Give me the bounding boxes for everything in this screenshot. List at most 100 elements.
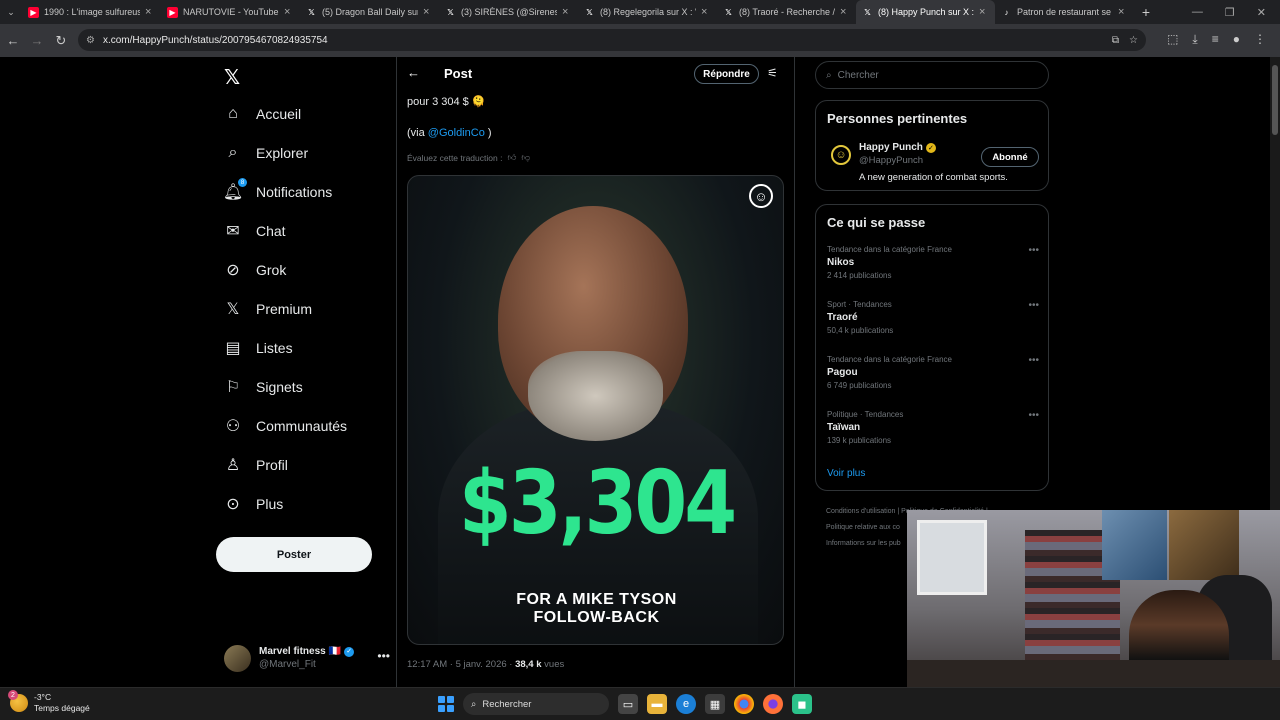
browser-tab-0[interactable]: ▶ 1990 : L'image sulfureuse × xyxy=(22,0,161,24)
search-input[interactable]: ⌕ Chercher xyxy=(815,61,1049,89)
site-info-icon[interactable]: ⚙ xyxy=(86,35,95,46)
windows-start-icon[interactable] xyxy=(438,696,454,712)
thumbs-up-icon[interactable]: 👍︎ xyxy=(507,152,516,163)
windows-taskbar: 2 -3°C Temps dégagé ⌕ Rechercher ▭ ▬ e ▦ ◼ xyxy=(0,687,1280,720)
minimize-icon[interactable]: — xyxy=(1192,6,1203,19)
post-meta: 12:17 AM · 5 janv. 2026 · 38,4 k vues xyxy=(407,659,565,670)
edge-icon[interactable]: e xyxy=(676,694,696,714)
close-icon[interactable]: × xyxy=(145,6,155,18)
x-icon: 𝕏 xyxy=(308,7,315,17)
trend-item[interactable]: Tendance dans la catégorie France Pagou 6 … xyxy=(827,355,1039,399)
menu-icon[interactable]: ⋮ xyxy=(1254,32,1266,47)
trends-card: Ce qui se passe Tendance dans la catégor… xyxy=(815,204,1049,491)
happy-punch-avatar-icon: ☺ xyxy=(831,145,851,165)
nav-item-chat[interactable]: ✉ Chat xyxy=(224,222,285,240)
store-icon[interactable]: ▦ xyxy=(705,694,725,714)
profile-icon[interactable]: ● xyxy=(1233,32,1240,47)
bookmark-icon: ⚐ xyxy=(225,379,241,396)
reload-icon[interactable]: ↻ xyxy=(49,33,73,49)
tweet-image[interactable]: ☺ $3,304 FOR A MIKE TYSON FOLLOW-BACK xyxy=(407,175,784,645)
browser-tab-3[interactable]: 𝕏(3) SIRÈNES (@SirenesFR)× xyxy=(439,0,578,24)
more-horizontal-icon[interactable]: ••• xyxy=(1028,245,1039,256)
nav-item-explore[interactable]: ⌕ Explorer xyxy=(224,144,309,162)
more-horizontal-icon[interactable]: ••• xyxy=(377,649,390,663)
relevant-person[interactable]: ☺ Happy Punch ✓ @HappyPunch A new generat… xyxy=(827,139,1039,185)
following-button[interactable]: Abonné xyxy=(981,147,1039,167)
browser-tab-2[interactable]: 𝕏 (5) Dragon Ball Daily sur X × xyxy=(300,0,439,24)
person-name: Happy Punch xyxy=(859,142,923,153)
trend-item[interactable]: Sport · Tendances Traoré 50,4 k publicatio… xyxy=(827,300,1039,344)
page-title: Post xyxy=(444,66,473,81)
tab-search-chevron-icon[interactable]: ⌄ xyxy=(0,7,22,18)
browser-tab-6[interactable]: 𝕏 (8) Happy Punch sur X : " × xyxy=(856,0,995,24)
browser-tab-5[interactable]: 𝕏 (8) Traoré - Recherche / X × xyxy=(717,0,856,24)
close-icon[interactable]: × xyxy=(562,6,572,18)
browser-tab-4[interactable]: 𝕏 (8) Regelegorila sur X : "F × xyxy=(578,0,717,24)
account-name: Marvel fitness xyxy=(259,646,326,657)
more-horizontal-icon[interactable]: ••• xyxy=(1028,300,1039,311)
trend-item[interactable]: Tendance dans la catégorie France Nikos 2 … xyxy=(827,245,1039,289)
weather-badge: 2 xyxy=(8,690,18,700)
account-switcher[interactable]: Marvel fitness 🇫🇷 ✓ @Marvel_Fit ••• xyxy=(224,641,390,675)
back-arrow-icon[interactable]: ← xyxy=(407,65,420,80)
thumbs-down-icon[interactable]: 👎︎ xyxy=(521,152,530,163)
browser-tab-1[interactable]: ▶ NARUTOVIE - YouTube × xyxy=(161,0,300,24)
firefox-icon[interactable] xyxy=(763,694,783,714)
close-window-icon[interactable]: ✕ xyxy=(1257,6,1266,19)
close-icon[interactable]: × xyxy=(840,6,850,18)
address-bar[interactable]: ⚙ x.com/HappyPunch/status/20079546708249… xyxy=(78,29,1146,51)
card-title: Ce qui se passe xyxy=(827,215,926,230)
taskbar-search[interactable]: ⌕ Rechercher xyxy=(463,693,609,715)
sliders-icon[interactable]: ⚟ xyxy=(767,66,778,80)
post-button[interactable]: Poster xyxy=(216,537,372,572)
close-icon[interactable]: × xyxy=(979,6,989,18)
download-icon[interactable]: ⤓ xyxy=(1192,32,1197,47)
close-icon[interactable]: × xyxy=(701,6,711,18)
see-more-link[interactable]: Voir plus xyxy=(827,468,865,479)
nav-item-profile[interactable]: ♙ Profil xyxy=(224,456,288,474)
app-icon[interactable]: ◼ xyxy=(792,694,812,714)
nav-item-more[interactable]: ⊙ Plus xyxy=(224,495,283,513)
back-icon[interactable]: ← xyxy=(1,33,25,48)
nav-item-grok[interactable]: ⊘ Grok xyxy=(224,261,286,279)
chrome-icon[interactable] xyxy=(734,694,754,714)
nav-item-lists[interactable]: ▤ Listes xyxy=(224,339,292,357)
file-explorer-icon[interactable]: ▬ xyxy=(647,694,667,714)
nav-item-home[interactable]: ⌂ Accueil xyxy=(224,105,301,123)
scrollbar-thumb[interactable] xyxy=(1272,65,1278,135)
install-icon[interactable]: ⧉ xyxy=(1112,35,1119,46)
x-icon: 𝕏 xyxy=(725,7,732,17)
close-icon[interactable]: × xyxy=(284,6,294,18)
nav-item-notifications[interactable]: 🔔︎ 8 Notifications xyxy=(223,178,332,201)
x-logo-icon[interactable]: 𝕏 xyxy=(224,65,240,90)
nav-item-communities[interactable]: ⚇ Communautés xyxy=(224,417,347,435)
youtube-icon: ▶ xyxy=(28,6,39,18)
weather-widget[interactable]: 2 -3°C Temps dégagé xyxy=(8,690,90,714)
forward-icon[interactable]: → xyxy=(25,33,49,48)
more-circle-icon: ⊙ xyxy=(226,496,240,513)
browser-tab-7[interactable]: ♪ Patron de restaurant se b × xyxy=(995,0,1134,24)
x-icon: 𝕏 xyxy=(447,7,454,17)
trend-item[interactable]: Politique · Tendances Taïwan 139 k publica… xyxy=(827,410,1039,454)
close-icon[interactable]: × xyxy=(423,6,433,18)
search-icon: ⌕ xyxy=(826,69,832,81)
nav-item-premium[interactable]: 𝕏 Premium xyxy=(224,300,312,318)
media-icon[interactable]: ≡ xyxy=(1212,32,1219,47)
extensions-icon[interactable]: ⬚ xyxy=(1167,32,1178,47)
mention-link[interactable]: @GoldinCo xyxy=(428,127,485,139)
view-count: 38,4 k xyxy=(515,659,542,670)
main-column: ← Post Répondre ⚟ pour 3 304 $ 🫠 (via @G… xyxy=(396,57,795,687)
flag-emoji: 🇫🇷 xyxy=(328,646,342,657)
nav-item-bookmarks[interactable]: ⚐ Signets xyxy=(224,378,303,396)
new-tab-button[interactable]: + xyxy=(1134,4,1158,20)
reply-button[interactable]: Répondre xyxy=(694,64,759,84)
more-horizontal-icon[interactable]: ••• xyxy=(1028,410,1039,421)
restore-icon[interactable]: ❐ xyxy=(1225,6,1235,19)
more-horizontal-icon[interactable]: ••• xyxy=(1028,355,1039,366)
bookmark-star-icon[interactable]: ☆ xyxy=(1129,35,1138,46)
home-icon: ⌂ xyxy=(228,105,238,122)
close-icon[interactable]: × xyxy=(1118,6,1128,18)
task-view-icon[interactable]: ▭ xyxy=(618,694,638,714)
left-navigation: 𝕏 ⌂ Accueil ⌕ Explorer 🔔︎ 8 Notifications ✉ C… xyxy=(216,57,396,687)
tiktok-icon: ♪ xyxy=(1004,7,1009,17)
